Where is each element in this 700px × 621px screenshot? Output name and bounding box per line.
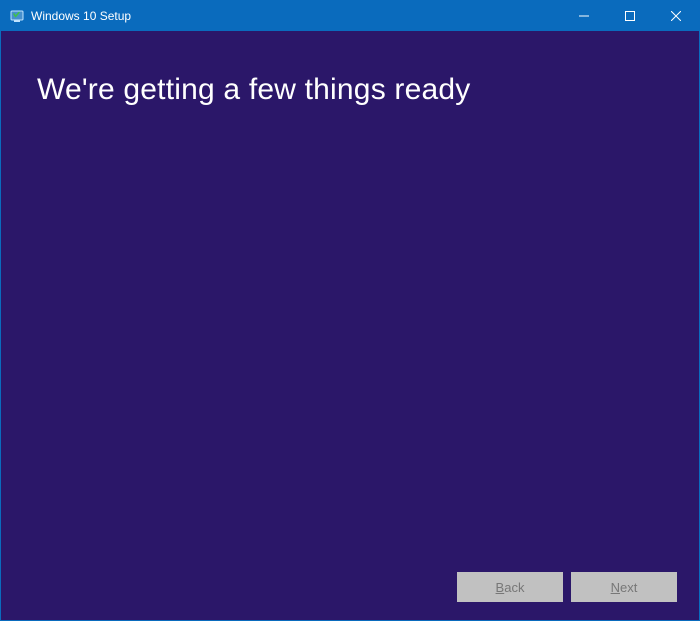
- maximize-button[interactable]: [607, 1, 653, 31]
- content-area: We're getting a few things ready Back Ne…: [1, 31, 699, 620]
- setup-window: Windows 10 Setup We're getting a few thi…: [0, 0, 700, 621]
- window-title: Windows 10 Setup: [31, 9, 131, 23]
- footer-nav: Back Next: [457, 572, 677, 602]
- minimize-button[interactable]: [561, 1, 607, 31]
- page-heading: We're getting a few things ready: [37, 73, 699, 107]
- back-button[interactable]: Back: [457, 572, 563, 602]
- app-icon: [9, 8, 25, 24]
- window-controls: [561, 1, 699, 31]
- close-button[interactable]: [653, 1, 699, 31]
- titlebar: Windows 10 Setup: [1, 1, 699, 31]
- next-button[interactable]: Next: [571, 572, 677, 602]
